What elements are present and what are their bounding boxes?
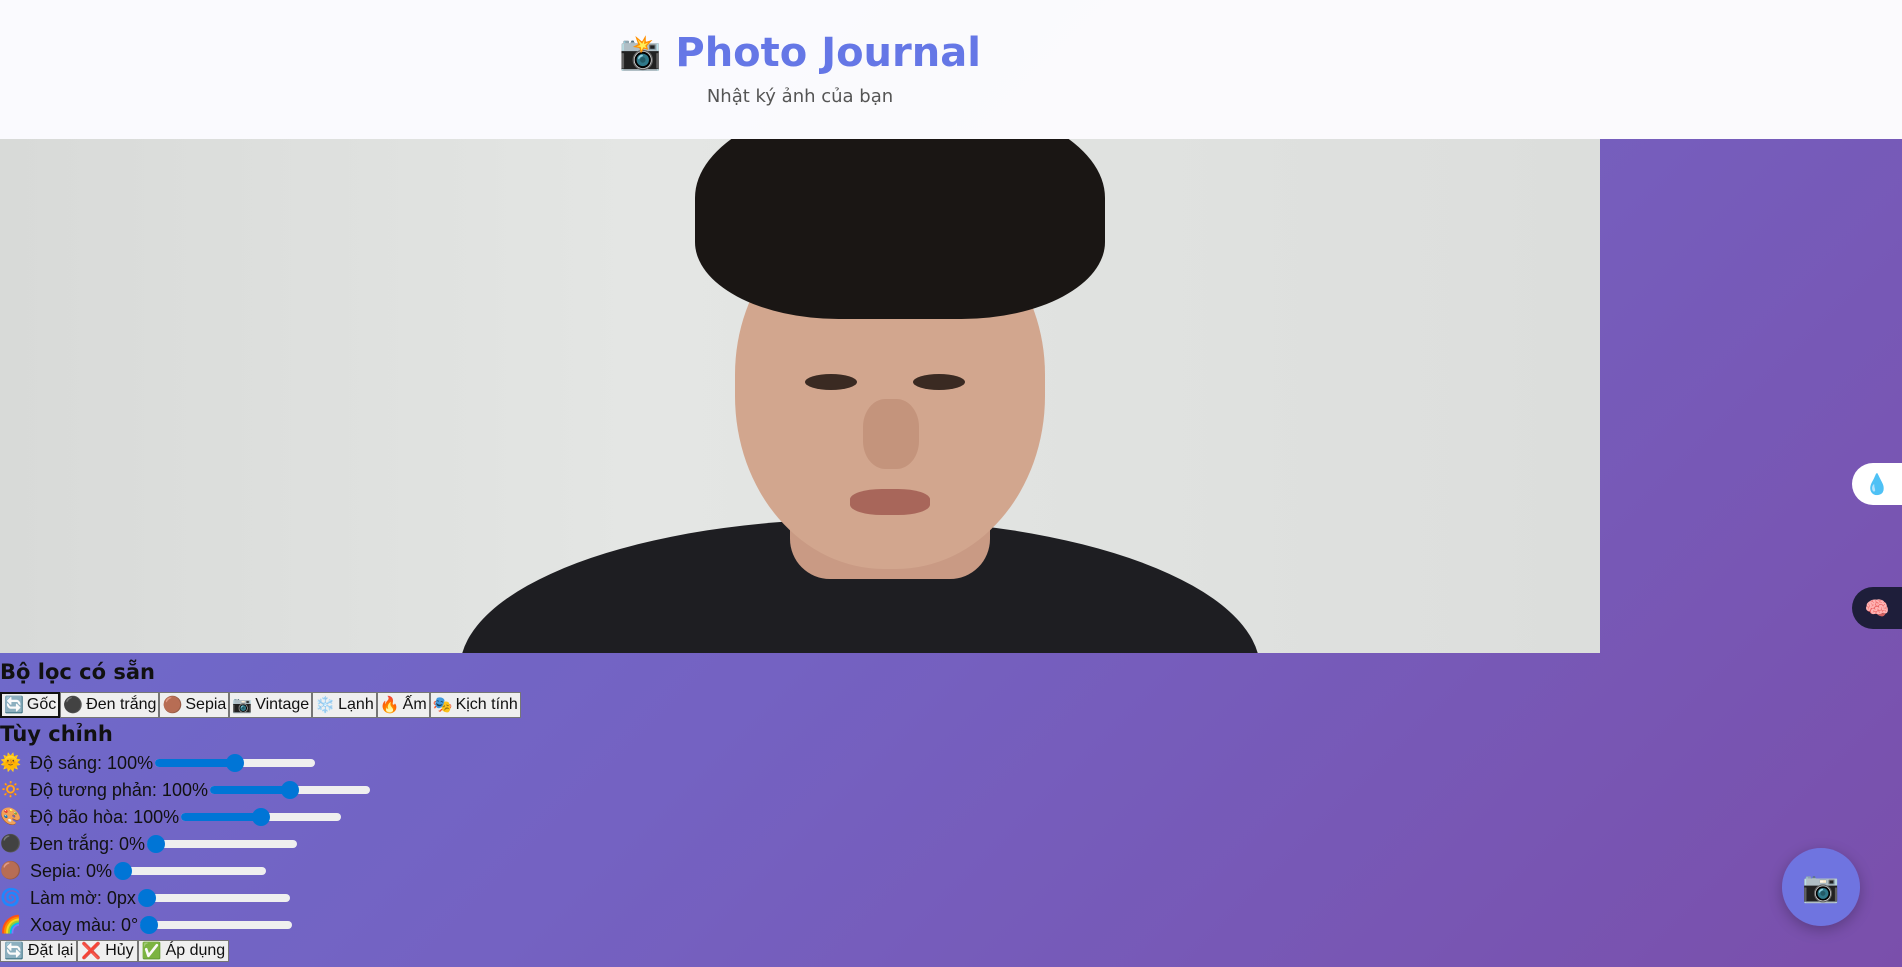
slider-label: Độ tương phản: 100%	[30, 779, 208, 800]
camera-icon: 📷	[1802, 869, 1840, 905]
cancel-label: Hủy	[105, 942, 134, 959]
capture-photo-button[interactable]: 📷	[1782, 848, 1860, 926]
slider-label: Làm mờ: 0px	[30, 887, 136, 908]
preset-filter-icon: ❄️	[315, 697, 336, 714]
check-icon: ✅	[141, 943, 162, 960]
preset-filter-label: Sepia	[185, 696, 227, 713]
eye-left	[805, 374, 857, 390]
slider-icon: ⚫	[0, 834, 22, 853]
preset-filter-icon: 🔄	[4, 697, 24, 714]
preset-filter-label: Kịch tính	[455, 696, 518, 713]
slider-fill	[155, 759, 236, 767]
slider-thumb[interactable]	[226, 754, 245, 772]
slider-icon: 🌈	[0, 915, 22, 934]
slider-thumb[interactable]	[140, 916, 159, 934]
eye-right	[913, 374, 965, 390]
slider-thumb[interactable]	[252, 808, 271, 826]
camera-preview	[0, 139, 1600, 653]
slider-row: 🟤 Sepia: 0%	[0, 858, 267, 884]
slider-label: Sepia: 0%	[30, 860, 113, 881]
reset-label: Đặt lại	[27, 942, 74, 959]
slider-row: ⚫ Đen trắng: 0%	[0, 831, 298, 857]
preset-filter-icon: ⚫	[63, 697, 84, 714]
brain-icon: 🧠	[1864, 596, 1890, 620]
slider-fill	[209, 786, 290, 794]
slider-track[interactable]	[155, 754, 316, 772]
slider-track[interactable]	[147, 835, 298, 853]
action-bar: 🔄 Đặt lại ❌ Hủy ✅ Áp dụng	[0, 940, 230, 962]
page-subtitle: Nhật ký ảnh của bạn	[706, 86, 894, 107]
slider-row: 🎨 Độ bão hòa: 100%	[0, 804, 342, 830]
preset-filter-button[interactable]: ⚫ Đen trắng	[60, 692, 160, 718]
slider-thumb[interactable]	[137, 889, 156, 907]
preset-filter-icon: 🟤	[162, 697, 183, 714]
water-drop-side-button[interactable]: 💧	[1852, 463, 1902, 505]
close-icon: ❌	[81, 943, 102, 960]
slider-icon: 🌀	[0, 888, 22, 907]
water-drop-icon: 💧	[1864, 472, 1890, 496]
page-title: Photo Journal	[675, 30, 981, 76]
header-strip	[1600, 0, 1902, 139]
slider-label: Xoay màu: 0°	[30, 914, 139, 935]
slider-fill	[181, 813, 262, 821]
slider-row: 🌞 Độ sáng: 100%	[0, 750, 316, 776]
preset-filter-label: Lạnh	[338, 696, 374, 713]
presets-heading: Bộ lọc có sẵn	[0, 660, 155, 684]
reset-icon: 🔄	[4, 943, 24, 960]
slider-icon: 🔅	[0, 780, 22, 799]
custom-heading: Tùy chỉnh	[0, 722, 113, 746]
apply-button[interactable]: ✅ Áp dụng	[137, 940, 230, 962]
preset-filter-label: Vintage	[255, 696, 310, 713]
app-header: 📸 Photo Journal Nhật ký ảnh của bạn	[0, 0, 1600, 139]
slider-row: 🌈 Xoay màu: 0°	[0, 912, 293, 938]
preset-filter-button[interactable]: 📷 Vintage	[229, 692, 313, 718]
slider-thumb[interactable]	[147, 835, 166, 853]
slider-track[interactable]	[140, 916, 293, 934]
slider-row: 🔅 Độ tương phản: 100%	[0, 777, 370, 803]
nose	[863, 399, 919, 469]
slider-label: Đen trắng: 0%	[30, 833, 146, 854]
preset-filter-button[interactable]: 🔄 Gốc	[0, 692, 61, 718]
preset-filter-button[interactable]: 🟤 Sepia	[159, 692, 230, 718]
preset-filter-icon: 🔥	[379, 697, 400, 714]
preset-filter-button[interactable]: ❄️ Lạnh	[312, 692, 377, 718]
preview-subject-hair	[695, 139, 1105, 319]
preset-filter-label: Gốc	[26, 696, 57, 713]
preset-filter-button[interactable]: 🎭 Kịch tính	[429, 692, 521, 718]
preset-filter-label: Đen trắng	[86, 696, 157, 713]
preset-filter-icon: 📷	[232, 697, 253, 714]
slider-icon: 🎨	[0, 807, 22, 826]
mouth	[850, 489, 930, 515]
slider-icon: 🟤	[0, 861, 22, 880]
preset-filter-button[interactable]: 🔥 Ấm	[376, 692, 430, 718]
slider-icon: 🌞	[0, 753, 22, 772]
slider-label: Độ bão hòa: 100%	[30, 806, 180, 827]
preset-filter-label: Ấm	[402, 696, 427, 713]
preset-filter-icon: 🎭	[432, 697, 453, 714]
slider-track[interactable]	[209, 781, 370, 799]
brain-side-button[interactable]: 🧠	[1852, 587, 1902, 629]
apply-label: Áp dụng	[165, 942, 226, 959]
preset-filter-bar: 🔄 Gốc ⚫ Đen trắng 🟤 Sepia 📷 Vintage ❄️ Lạnh 🔥 Ấm 🎭 Kị…	[0, 692, 521, 718]
camera-icon: 📸	[619, 33, 662, 73]
slider-row: 🌀 Làm mờ: 0px	[0, 885, 290, 911]
slider-thumb[interactable]	[114, 862, 133, 880]
slider-label: Độ sáng: 100%	[30, 752, 154, 773]
slider-track[interactable]	[114, 862, 267, 880]
slider-track[interactable]	[137, 889, 290, 907]
cancel-button[interactable]: ❌ Hủy	[77, 940, 138, 962]
slider-track[interactable]	[181, 808, 342, 826]
reset-button[interactable]: 🔄 Đặt lại	[0, 940, 78, 962]
slider-thumb[interactable]	[280, 781, 299, 799]
